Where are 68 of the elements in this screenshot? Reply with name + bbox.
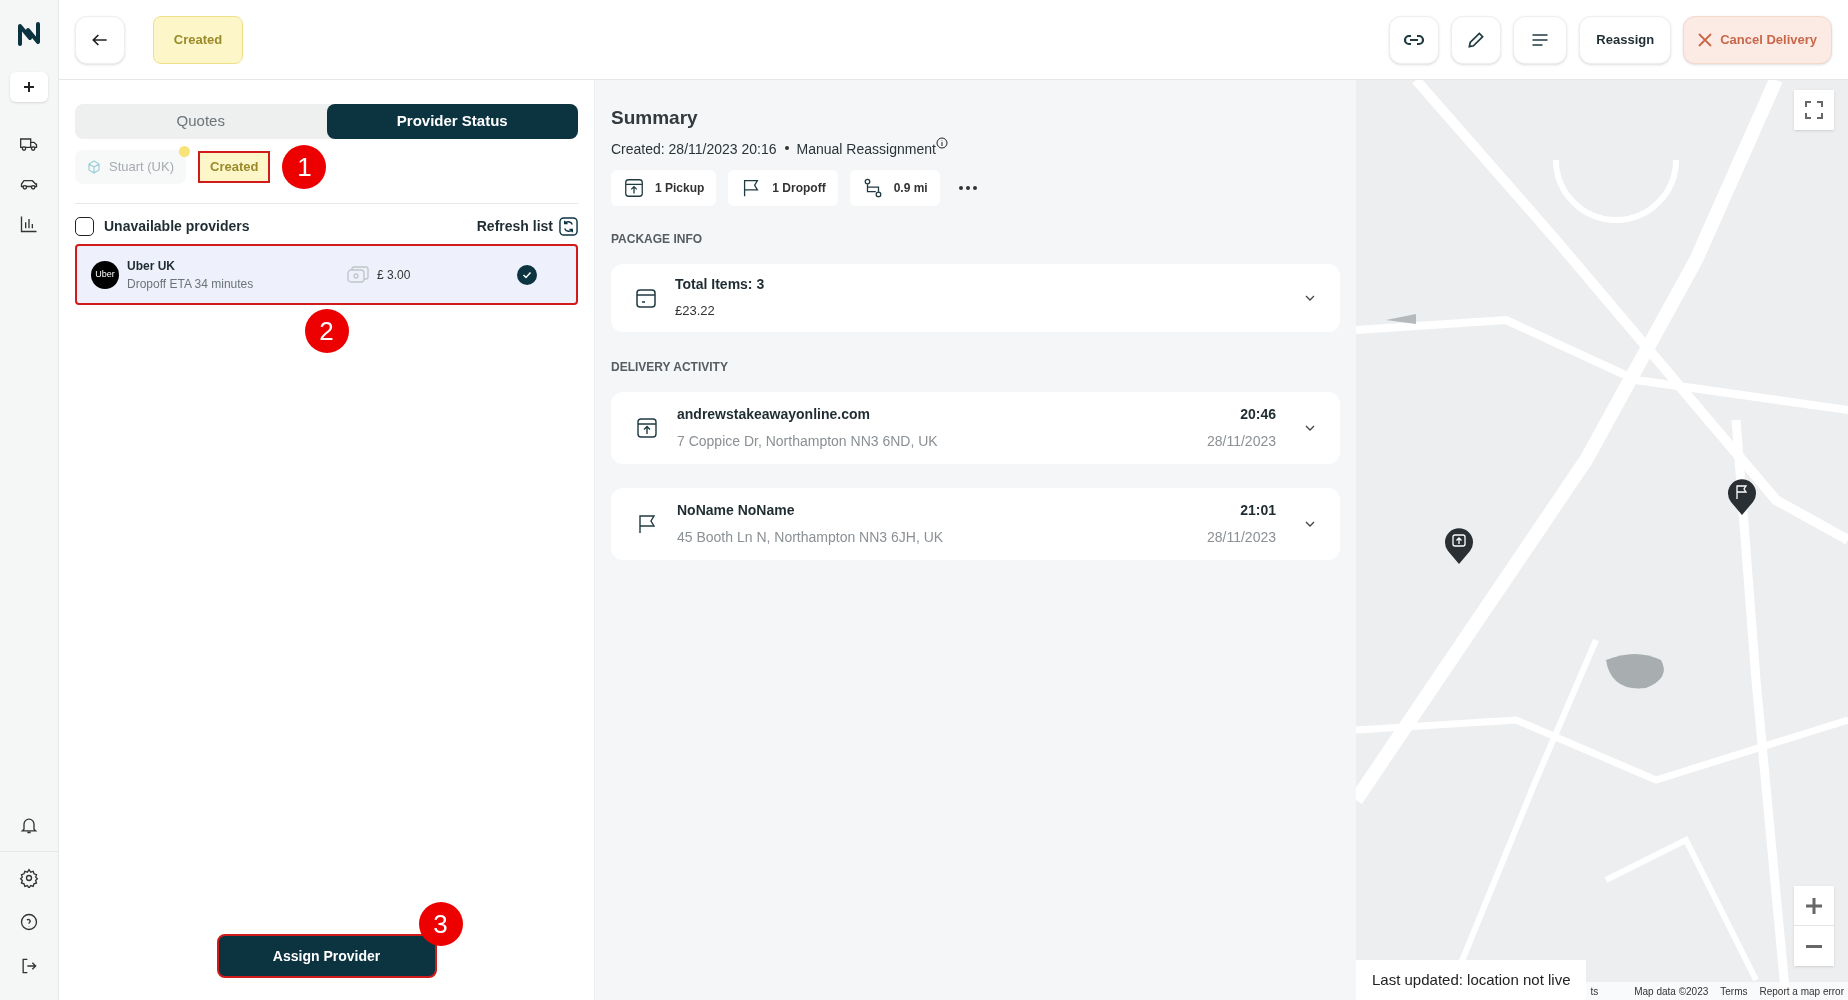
dropoff-marker[interactable] — [1727, 478, 1757, 516]
created-date: Created: 28/11/2023 20:16 — [611, 139, 777, 159]
stop-name: NoName NoName — [677, 500, 796, 520]
close-icon — [1698, 32, 1713, 47]
pencil-icon — [1466, 29, 1487, 50]
edit-button[interactable] — [1451, 15, 1502, 64]
provider-row[interactable]: Uber Uber UK Dropoff ETA 34 minutes £ 3.00 — [75, 244, 578, 305]
link-button[interactable] — [1389, 15, 1440, 64]
bar-chart-icon[interactable] — [19, 214, 39, 234]
section-heading: DELIVERY ACTIVITY — [611, 358, 729, 376]
checkbox-label: Unavailable providers — [104, 216, 250, 236]
fullscreen-button[interactable] — [1794, 90, 1834, 130]
summary-chip: 1 Dropoff — [728, 169, 838, 206]
stop-card[interactable]: NoName NoName 45 Booth Ln N, Northampton NN3 6JH, UK 21:01 28/11/2023 — [611, 487, 1340, 560]
package-card[interactable]: Total Items: 3 £23.22 — [611, 263, 1340, 332]
reassignment-reason: Manual Reassignment — [796, 139, 936, 159]
annotation-marker: 1 — [282, 145, 327, 189]
stop-card[interactable]: andrewstakeawayonline.com 7 Coppice Dr, Northampton NN3 6ND, UK 20:46 28/11/2023 — [611, 391, 1340, 464]
refresh-list-button[interactable]: Refresh list — [476, 215, 578, 237]
refresh-icon — [559, 216, 578, 236]
provider-eta: Dropoff ETA 34 minutes — [127, 275, 255, 293]
minus-icon — [1805, 944, 1823, 948]
cube-icon — [87, 160, 101, 174]
location-status: Last updated: location not live — [1356, 960, 1587, 1000]
section-heading: PACKAGE INFO — [611, 230, 704, 248]
map-attribution: ts — [1590, 984, 1599, 999]
add-button[interactable] — [10, 72, 48, 102]
settings-icon[interactable] — [19, 868, 39, 888]
box-upload-icon — [635, 415, 659, 440]
tab[interactable]: Quotes — [75, 104, 327, 139]
stop-date: 28/11/2023 — [1206, 431, 1276, 451]
checkbox[interactable] — [75, 216, 94, 236]
help-icon[interactable] — [19, 912, 39, 932]
pickup-marker[interactable] — [1444, 527, 1474, 565]
fullscreen-icon — [1805, 101, 1823, 119]
status-badge: Created — [153, 15, 243, 64]
plus-icon — [23, 81, 35, 93]
stop-address: 45 Booth Ln N, Northampton NN3 6JH, UK — [677, 527, 945, 547]
summary-chip: 0.9 mi — [849, 169, 940, 206]
plus-icon — [1805, 896, 1823, 915]
status-badge: Created — [198, 151, 271, 183]
tab[interactable]: Provider Status — [326, 104, 578, 139]
annotation-marker: 3 — [418, 902, 463, 946]
package-value: £23.22 — [675, 302, 716, 321]
cash-icon — [347, 265, 369, 284]
provider-price: £ 3.00 — [377, 266, 412, 284]
stop-time: 20:46 — [1239, 404, 1276, 424]
stop-time: 21:01 — [1239, 500, 1276, 520]
package-total: Total Items: 3 — [675, 275, 766, 295]
stop-name: andrewstakeawayonline.com — [677, 404, 871, 424]
summary-title: Summary — [611, 106, 699, 130]
box-upload-icon — [623, 176, 645, 199]
map-attribution[interactable]: Report a map error — [1759, 983, 1844, 999]
package-icon — [635, 286, 657, 309]
assign-provider-button[interactable]: Assign Provider — [216, 934, 437, 978]
info-icon[interactable] — [935, 136, 948, 149]
provider-logo: Uber — [91, 260, 119, 289]
map-attribution[interactable]: Terms — [1720, 983, 1748, 999]
stop-address: 7 Coppice Dr, Northampton NN3 6ND, UK — [677, 431, 939, 451]
annotation-marker: 2 — [304, 309, 349, 353]
logo-icon[interactable] — [15, 20, 43, 48]
menu-button[interactable] — [1513, 15, 1568, 64]
provider-name: Uber UK — [127, 257, 176, 275]
reassign-button[interactable]: Reassign — [1579, 15, 1672, 64]
more-options-icon[interactable] — [957, 184, 978, 191]
stop-date: 28/11/2023 — [1206, 527, 1276, 547]
map-attribution: Map data ©2023 — [1634, 984, 1709, 999]
summary-chip: 1 Pickup — [611, 169, 717, 206]
